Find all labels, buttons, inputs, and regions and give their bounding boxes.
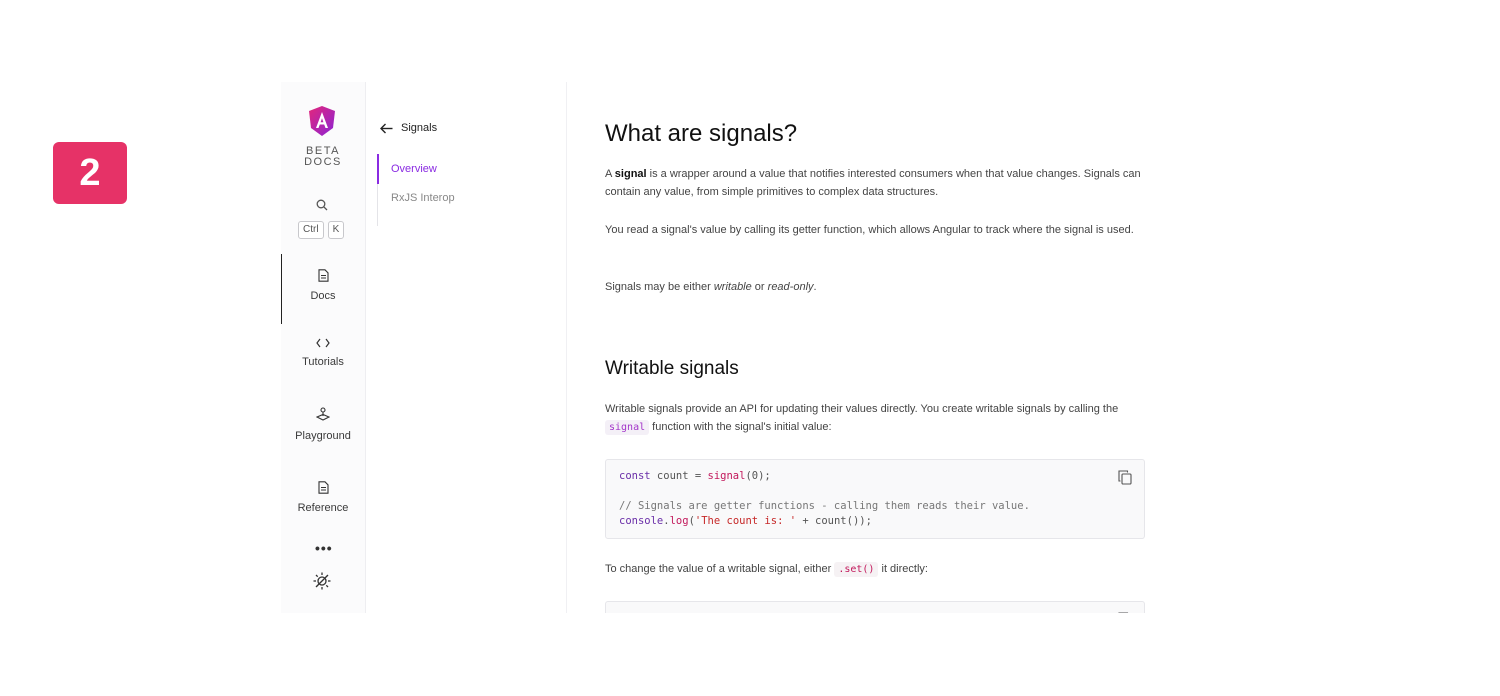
- nav-item-rxjs-interop[interactable]: RxJS Interop: [391, 192, 455, 204]
- arrow-left-icon: [380, 123, 393, 133]
- search-shortcut[interactable]: Ctrl K: [298, 221, 345, 239]
- primary-nav-rail: BETA DOCS Ctrl K Docs Tutorials Playgrou…: [281, 82, 366, 613]
- rail-item-docs-label: Docs: [310, 290, 336, 302]
- back-to-signals-link[interactable]: Signals: [380, 122, 437, 134]
- intro-text-a: A: [605, 168, 615, 180]
- copy-icon[interactable]: [1118, 612, 1132, 613]
- p5-text-b: it directly:: [878, 563, 928, 575]
- paragraph-writable-readonly: Signals may be either writable or read-o…: [605, 279, 1145, 297]
- p3-text-b: or: [751, 281, 768, 293]
- paragraph-writable-intro: Writable signals provide an API for upda…: [605, 401, 1145, 436]
- search-icon[interactable]: [316, 199, 328, 211]
- rail-item-tutorials[interactable]: Tutorials: [281, 338, 365, 368]
- secondary-nav: Signals Overview RxJS Interop: [366, 82, 567, 613]
- code-fn-log: log: [669, 515, 689, 527]
- rail-item-tutorials-label: Tutorials: [302, 356, 344, 368]
- p4-text-a: Writable signals provide an API for upda…: [605, 403, 1119, 415]
- rail-item-playground[interactable]: Playground: [281, 407, 365, 442]
- code-block-set-signal: [605, 601, 1145, 613]
- p3-text-a: Signals may be either: [605, 281, 714, 293]
- intro-text-b: is a wrapper around a value that notifie…: [605, 168, 1141, 198]
- p5-text-a: To change the value of a writable signal…: [605, 563, 835, 575]
- code-line-comment: // Signals are getter functions - callin…: [619, 500, 1030, 512]
- code-text: count =: [650, 470, 708, 482]
- copy-icon[interactable]: [1118, 470, 1132, 485]
- nav-item-overview[interactable]: Overview: [391, 163, 437, 175]
- reference-icon: [317, 481, 329, 494]
- kbd-k: K: [327, 221, 345, 239]
- intro-bold-signal: signal: [614, 168, 647, 180]
- nav-active-indicator: [377, 154, 379, 184]
- code-text: + count());: [796, 515, 872, 527]
- code-icon: [316, 338, 330, 348]
- p3-italic-readonly: read-only: [767, 281, 814, 293]
- back-link-label: Signals: [401, 122, 438, 134]
- document-icon: [317, 269, 329, 282]
- code-fn-signal: signal: [707, 470, 746, 482]
- code-line-3: console.log('The count is: ' + count());: [619, 515, 872, 527]
- p3-italic-writable: writable: [713, 281, 752, 293]
- paragraph-read-signal: You read a signal's value by calling its…: [605, 224, 1134, 236]
- rail-item-reference-label: Reference: [297, 502, 349, 514]
- p4-text-b: function with the signal's initial value…: [649, 420, 832, 433]
- paragraph-set-value: To change the value of a writable signal…: [605, 561, 1145, 579]
- more-options-icon[interactable]: •••: [315, 540, 333, 556]
- section-heading-writable-signals: Writable signals: [605, 358, 739, 379]
- theme-toggle-icon[interactable]: [313, 572, 331, 590]
- docs-app-window: BETA DOCS Ctrl K Docs Tutorials Playgrou…: [281, 82, 1151, 613]
- kbd-ctrl: Ctrl: [298, 221, 324, 239]
- p3-text-c: .: [813, 281, 817, 293]
- code-text: (0);: [745, 470, 771, 482]
- paragraph-intro: A signal is a wrapper around a value tha…: [605, 166, 1145, 201]
- code-kw-const: const: [619, 470, 651, 482]
- page-title: What are signals?: [605, 120, 798, 147]
- angular-logo-icon[interactable]: [309, 106, 335, 136]
- inline-code-set: .set(): [834, 562, 879, 577]
- code-line-1: const count = signal(0);: [619, 470, 771, 482]
- step-number-badge: 2: [53, 142, 127, 204]
- inline-code-signal: signal: [605, 419, 650, 435]
- rail-item-reference[interactable]: Reference: [281, 481, 365, 514]
- beta-docs-wordmark: BETA DOCS: [281, 146, 365, 168]
- code-block-create-signal: const count = signal(0); // Signals are …: [605, 459, 1145, 539]
- brand-line-2: DOCS: [304, 156, 342, 168]
- joystick-icon: [316, 407, 330, 421]
- code-obj-console: console: [619, 515, 664, 527]
- code-string: 'The count is: ': [694, 515, 797, 527]
- rail-item-playground-label: Playground: [295, 430, 351, 442]
- rail-item-docs[interactable]: Docs: [281, 269, 365, 302]
